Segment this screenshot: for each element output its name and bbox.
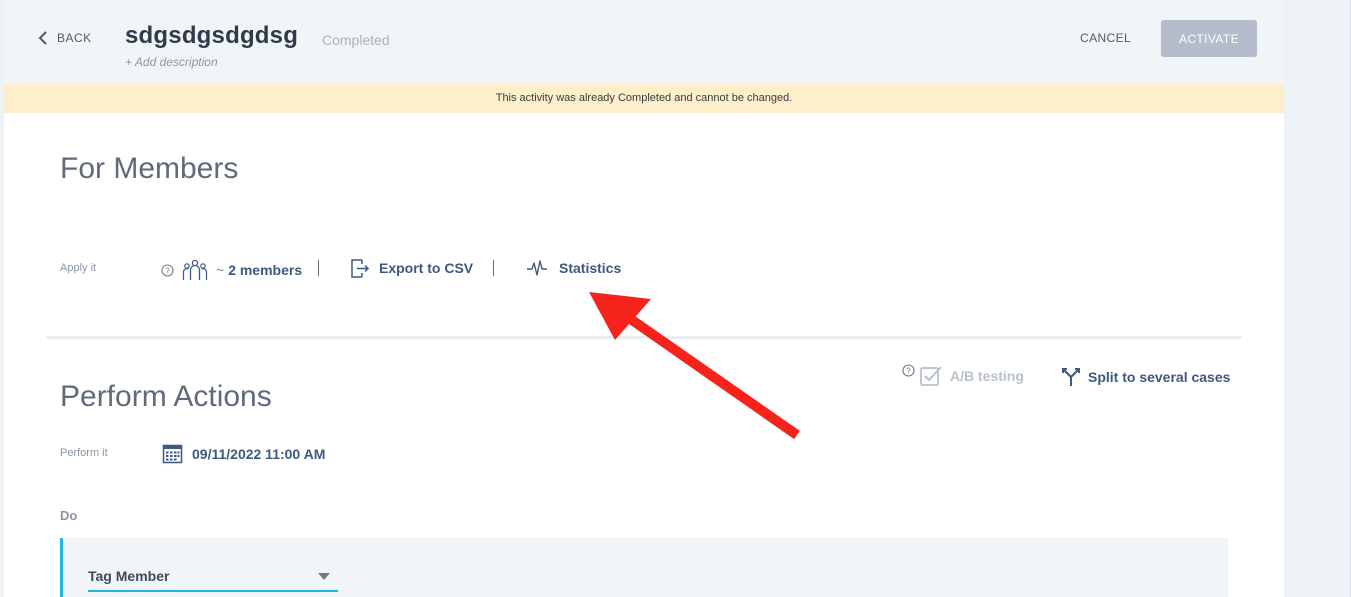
activate-button[interactable]: ACTIVATE [1161,20,1257,57]
chevron-left-icon [38,31,47,45]
members-group-icon [182,259,208,280]
section-divider [46,336,1242,339]
completed-warning-banner: This activity was already Completed and … [4,83,1284,113]
banner-text: This activity was already Completed and … [495,92,793,104]
status-badge: Completed [322,32,390,48]
action-type-select[interactable]: Tag Member [88,565,338,592]
statistics-label: Statistics [559,260,622,276]
members-count-label: 2 members [228,262,303,278]
approx-symbol: ~ [216,262,225,278]
activity-panel: BACK sdgsdgsdgdsg Completed + Add descri… [4,0,1284,597]
split-fork-icon [1062,368,1080,386]
toolbar-divider [318,260,319,276]
perform-actions-heading: Perform Actions [60,380,272,413]
export-file-icon [351,259,370,278]
ab-testing-label: A/B testing [950,368,1024,384]
schedule-datetime-value: 09/11/2022 11:00 AM [192,445,326,462]
perform-it-label: Perform it [60,447,108,459]
caret-down-icon [318,573,330,580]
help-icon[interactable]: ? [161,263,174,277]
split-cases-button[interactable]: Split to several cases [1061,367,1230,387]
app-frame: BACK sdgsdgsdgdsg Completed + Add descri… [0,0,1351,597]
help-icon[interactable]: ? [902,363,915,377]
page-header: BACK sdgsdgsdgdsg Completed + Add descri… [4,0,1284,83]
export-csv-label: Export to CSV [379,260,474,276]
svg-text:?: ? [906,366,911,375]
activity-title[interactable]: sdgsdgsdgdsg [125,22,298,50]
split-cases-label: Split to several cases [1088,369,1231,385]
ab-testing-toggle[interactable]: ? A/B testing [902,363,1024,388]
export-csv-button[interactable]: Export to CSV [349,257,473,279]
back-label: BACK [57,31,92,45]
action-card: Tag Member [60,538,1228,597]
cancel-button[interactable]: CANCEL [1080,31,1131,45]
svg-text:?: ? [165,266,170,275]
back-button[interactable]: BACK [38,30,92,46]
action-type-value: Tag Member [88,568,170,584]
members-count-button[interactable]: ? ~ 2 members [161,259,302,281]
add-description-link[interactable]: + Add description [125,55,218,69]
statistics-button[interactable]: Statistics [526,258,621,278]
calendar-icon [162,444,183,464]
apply-it-label: Apply it [60,262,97,274]
checkbox-icon [920,366,942,386]
pulse-chart-icon [527,260,547,276]
toolbar-divider [493,260,494,276]
schedule-datetime-picker[interactable]: 09/11/2022 11:00 AM [162,443,325,464]
do-label: Do [60,508,78,523]
for-members-heading: For Members [60,152,239,185]
right-gutter [1284,0,1351,597]
